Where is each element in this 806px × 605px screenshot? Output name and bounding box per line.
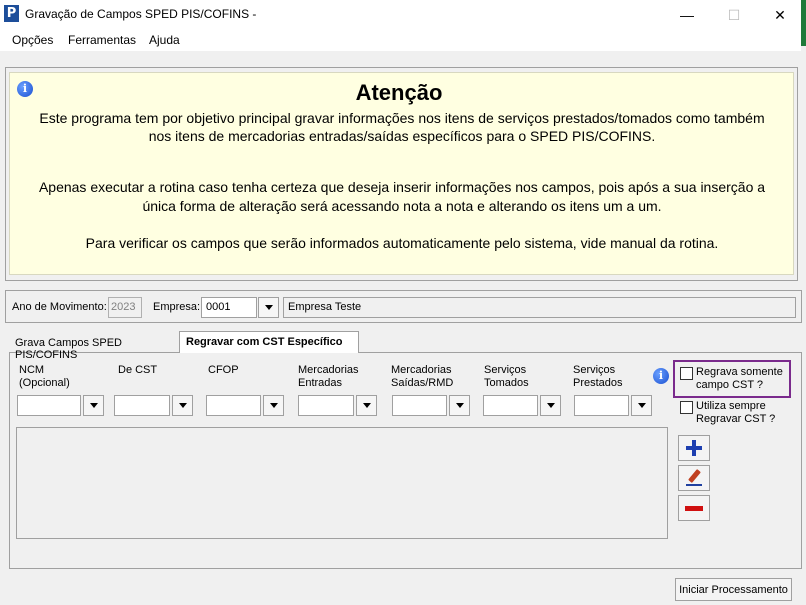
empresa-dropdown-button[interactable]	[258, 297, 279, 318]
serv-tomados-dropdown-button[interactable]	[540, 395, 561, 416]
edit-icon	[685, 469, 703, 487]
add-button[interactable]	[678, 435, 710, 461]
col-label-de-cst: De CST	[118, 364, 158, 376]
close-button[interactable]: ✕	[757, 0, 803, 30]
app-logo-icon: P	[4, 5, 19, 22]
checkbox-box[interactable]	[680, 367, 693, 380]
empresa-code-input[interactable]: 0001	[201, 297, 257, 318]
attention-title: Atenção	[355, 80, 443, 105]
merc-saidas-input[interactable]	[392, 395, 447, 416]
merc-saidas-dropdown-button[interactable]	[449, 395, 470, 416]
col-label-cfop: CFOP	[208, 364, 239, 376]
attention-line-2: nos itens de mercadorias entradas/saídas…	[148, 128, 656, 144]
col-label-merc-entradas: Mercadorias Entradas	[298, 364, 359, 389]
regrava-cst-label: Regrava somente campo CST ?	[696, 366, 783, 391]
merc-entradas-dropdown-button[interactable]	[356, 395, 377, 416]
de-cst-dropdown-button[interactable]	[172, 395, 193, 416]
empresa-label: Empresa:	[153, 301, 201, 313]
maximize-button[interactable]: ☐	[711, 0, 757, 30]
info-icon[interactable]: i	[653, 368, 669, 384]
attention-line-5: Para verificar os campos que serão infor…	[85, 235, 719, 251]
serv-tomados-input[interactable]	[483, 395, 538, 416]
attention-line-3: Apenas executar a rotina caso tenha cert…	[38, 179, 766, 195]
ano-movimento-field: 2023	[108, 297, 142, 318]
ano-movimento-label: Ano de Movimento:	[12, 301, 107, 313]
remove-button[interactable]	[678, 495, 710, 521]
cfop-dropdown-button[interactable]	[263, 395, 284, 416]
menu-ferramentas[interactable]: Ferramentas	[68, 33, 136, 47]
ncm-input[interactable]	[17, 395, 81, 416]
tab-grava-campos[interactable]: Grava Campos SPED PIS/COFINS	[9, 334, 179, 361]
ncm-dropdown-button[interactable]	[83, 395, 104, 416]
col-label-ncm: NCM (Opcional)	[19, 364, 70, 389]
window-title: Gravação de Campos SPED PIS/COFINS -	[25, 7, 257, 21]
utiliza-sempre-checkbox[interactable]: Utiliza sempre Regravar CST ?	[680, 400, 792, 426]
remove-icon	[685, 505, 703, 511]
checkbox-box[interactable]	[680, 401, 693, 414]
attention-line-1: Este programa tem por objetivo principal…	[39, 110, 765, 126]
merc-entradas-input[interactable]	[298, 395, 354, 416]
serv-prestados-input[interactable]	[574, 395, 629, 416]
menu-bar: Opções Ferramentas Ajuda	[0, 30, 801, 51]
regrava-cst-checkbox[interactable]: Regrava somente campo CST ?	[680, 366, 788, 392]
items-list[interactable]	[16, 427, 668, 539]
background-window-edge	[801, 0, 806, 46]
tab-regravar-cst[interactable]: Regravar com CST Específico	[179, 331, 359, 353]
cfop-input[interactable]	[206, 395, 261, 416]
utiliza-sempre-label: Utiliza sempre Regravar CST ?	[696, 400, 776, 425]
col-label-serv-tomados: Serviços Tomados	[484, 364, 529, 389]
serv-prestados-dropdown-button[interactable]	[631, 395, 652, 416]
title-bar: P Gravação de Campos SPED PIS/COFINS - —…	[0, 0, 806, 30]
edit-button[interactable]	[678, 465, 710, 491]
add-icon	[686, 440, 702, 456]
col-label-merc-saidas: Mercadorias Saídas/RMD	[391, 364, 454, 389]
de-cst-input[interactable]	[114, 395, 170, 416]
menu-opcoes[interactable]: Opções	[12, 33, 53, 47]
minimize-button[interactable]: —	[664, 0, 710, 30]
col-label-serv-prestados: Serviços Prestados	[573, 364, 623, 389]
attention-line-4: única forma de alteração será acessando …	[142, 198, 662, 214]
empresa-name-field: Empresa Teste	[283, 297, 796, 318]
menu-ajuda[interactable]: Ajuda	[149, 33, 180, 47]
start-processing-button[interactable]: Iniciar Processamento	[675, 578, 792, 601]
